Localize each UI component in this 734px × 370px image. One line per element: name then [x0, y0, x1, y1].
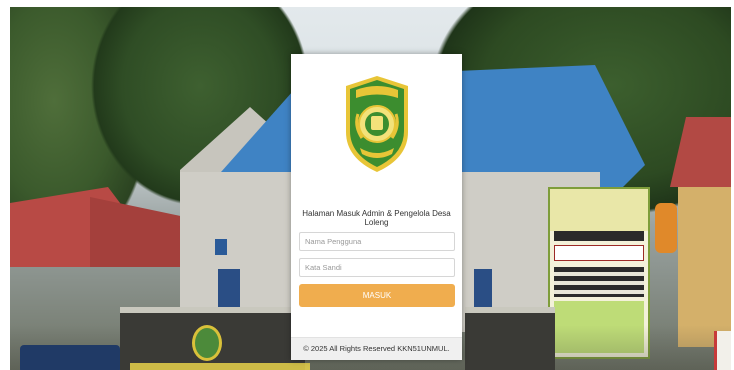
- password-input[interactable]: [299, 258, 455, 277]
- billboard-rows: [554, 267, 644, 297]
- username-input[interactable]: [299, 232, 455, 251]
- kutai-kartanegara-emblem-icon: [346, 76, 408, 172]
- gate-sign: [130, 363, 310, 370]
- banner-right: [714, 331, 731, 370]
- gate-emblem: [192, 325, 222, 361]
- login-card: Halaman Masuk Admin & Pengelola Desa Lol…: [291, 54, 462, 360]
- gate-wall-right: [465, 307, 555, 370]
- motorbike: [20, 345, 120, 370]
- house-window: [215, 239, 227, 255]
- billboard-header: [550, 189, 648, 231]
- billboard-bar: [554, 231, 644, 241]
- copyright-footer: © 2025 All Rights Reserved KKN51UNMUL.: [291, 337, 462, 360]
- login-button[interactable]: MASUK: [299, 284, 455, 307]
- water-tank: [655, 203, 677, 253]
- red-roof-left-back: [90, 197, 190, 267]
- billboard-amount-box: [554, 245, 644, 261]
- login-title: Halaman Masuk Admin & Pengelola Desa Lol…: [302, 209, 451, 227]
- wooden-shed: [678, 187, 731, 347]
